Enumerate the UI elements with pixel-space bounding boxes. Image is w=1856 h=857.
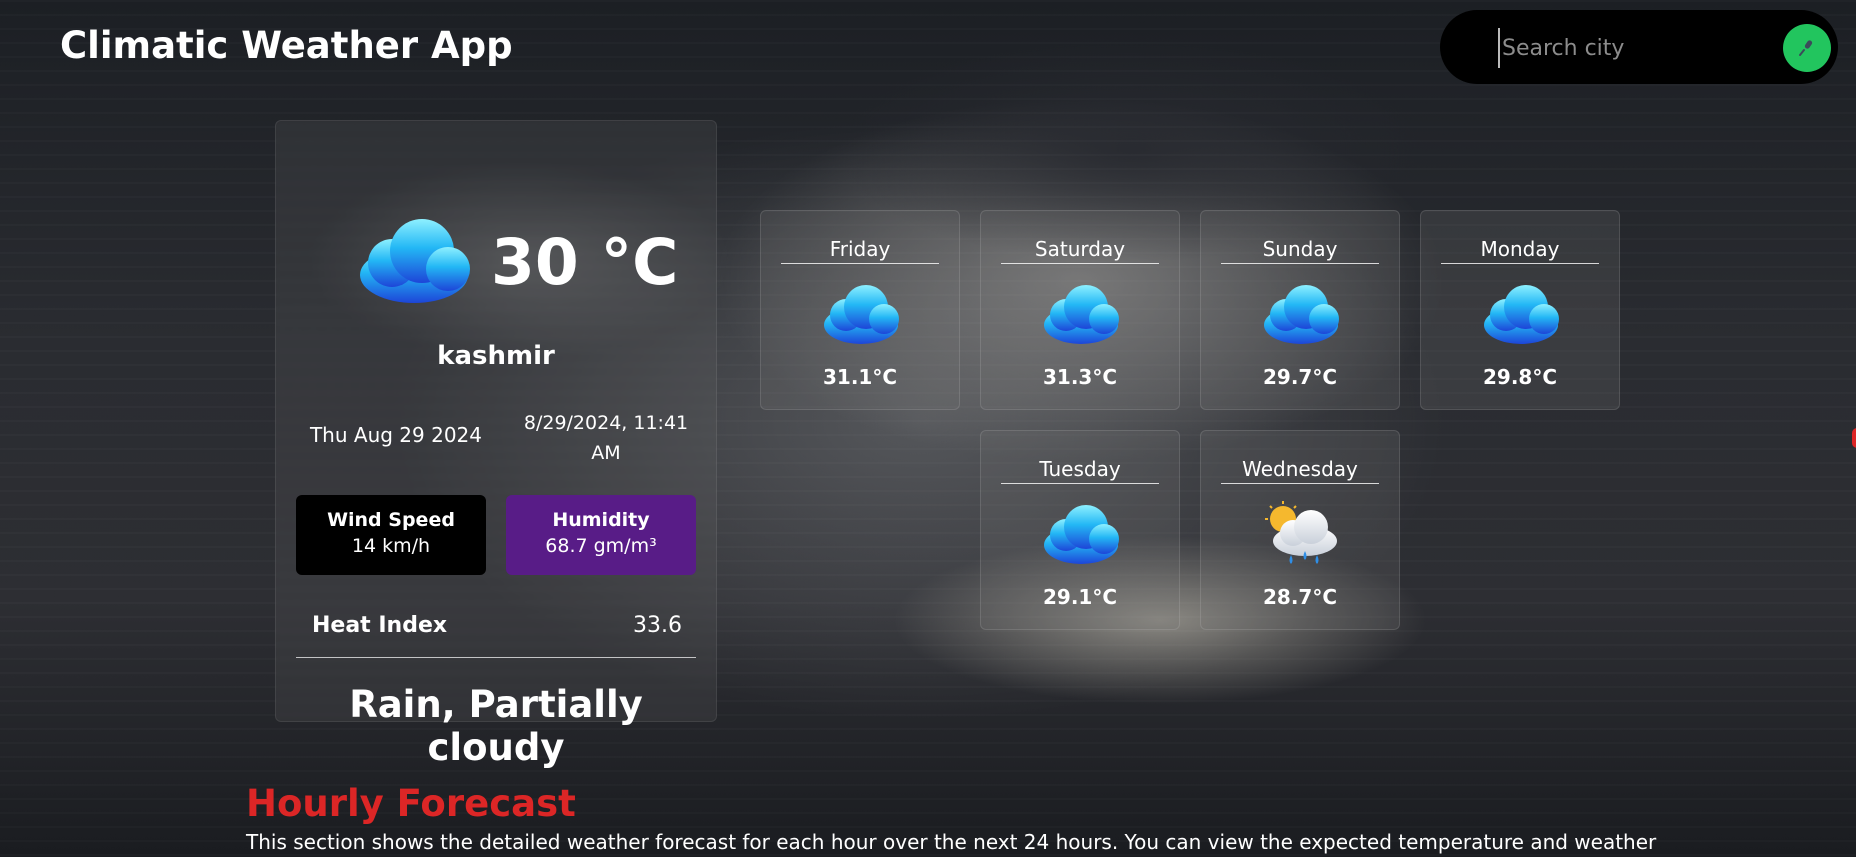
humidity-value: 68.7 gm/m³ — [545, 535, 657, 557]
cloud-icon — [360, 219, 470, 303]
forecast-card-tuesday: Tuesday 29.1°C — [980, 430, 1180, 630]
wind-speed-box: Wind Speed 14 km/h — [296, 495, 486, 575]
forecast-temperature: 29.1°C — [1042, 585, 1118, 609]
search-bar — [1440, 10, 1838, 84]
current-date: Thu Aug 29 2024 — [309, 423, 483, 447]
forecast-card-sunday: Sunday 29.7°C — [1200, 210, 1400, 410]
forecast-card-monday: Monday 29.8°C — [1420, 210, 1620, 410]
forecast-day: Monday — [1441, 237, 1599, 264]
wind-speed-label: Wind Speed — [327, 509, 455, 531]
current-temperature: 30 °C — [491, 226, 679, 299]
edge-indicator — [1852, 428, 1856, 448]
forecast-temperature: 31.1°C — [822, 365, 898, 389]
current-datetime: 8/29/2024, 11:41 AM — [523, 412, 689, 464]
search-input[interactable] — [1498, 28, 1774, 68]
forecast-day: Tuesday — [1001, 457, 1159, 484]
cloud-icon — [1044, 505, 1119, 564]
weather-conditions: Rain, Partially cloudy — [349, 683, 643, 769]
heat-index-row: Heat Index 33.6 — [296, 611, 696, 658]
forecast-day: Saturday — [1001, 237, 1159, 264]
forecast-temperature: 31.3°C — [1042, 365, 1118, 389]
forecast-temperature: 29.7°C — [1262, 365, 1338, 389]
hourly-forecast-title: Hourly Forecast — [246, 782, 576, 825]
cloud-icon — [1044, 285, 1119, 344]
forecast-temperature: 29.8°C — [1482, 365, 1558, 389]
wind-speed-value: 14 km/h — [351, 535, 431, 557]
heat-index-value: 33.6 — [633, 613, 682, 638]
app-title: Climatic Weather App — [60, 24, 513, 67]
forecast-card-friday: Friday 31.1°C — [760, 210, 960, 410]
cloud-icon — [1484, 285, 1559, 344]
cloud-icon — [1264, 285, 1339, 344]
forecast-day: Wednesday — [1221, 457, 1379, 484]
forecast-day: Sunday — [1221, 237, 1379, 264]
mic-button[interactable] — [1783, 24, 1831, 72]
city-name: kashmir — [437, 341, 555, 371]
humidity-box: Humidity 68.7 gm/m³ — [506, 495, 696, 575]
sun-cloud-rain-icon — [1265, 501, 1337, 564]
forecast-day: Friday — [781, 237, 939, 264]
hourly-forecast-description: This section shows the detailed weather … — [246, 830, 1657, 854]
forecast-card-wednesday: Wednesday 28.7°C — [1200, 430, 1400, 630]
current-weather-card: 30 °C kashmir Thu Aug 29 2024 8/29/2024,… — [275, 120, 717, 769]
cloud-icon — [824, 285, 899, 344]
forecast-card-saturday: Saturday 31.3°C — [980, 210, 1180, 410]
heat-index-label: Heat Index — [312, 613, 448, 638]
forecast-temperature: 28.7°C — [1262, 585, 1338, 609]
microphone-icon — [1799, 40, 1813, 56]
humidity-label: Humidity — [552, 509, 650, 531]
